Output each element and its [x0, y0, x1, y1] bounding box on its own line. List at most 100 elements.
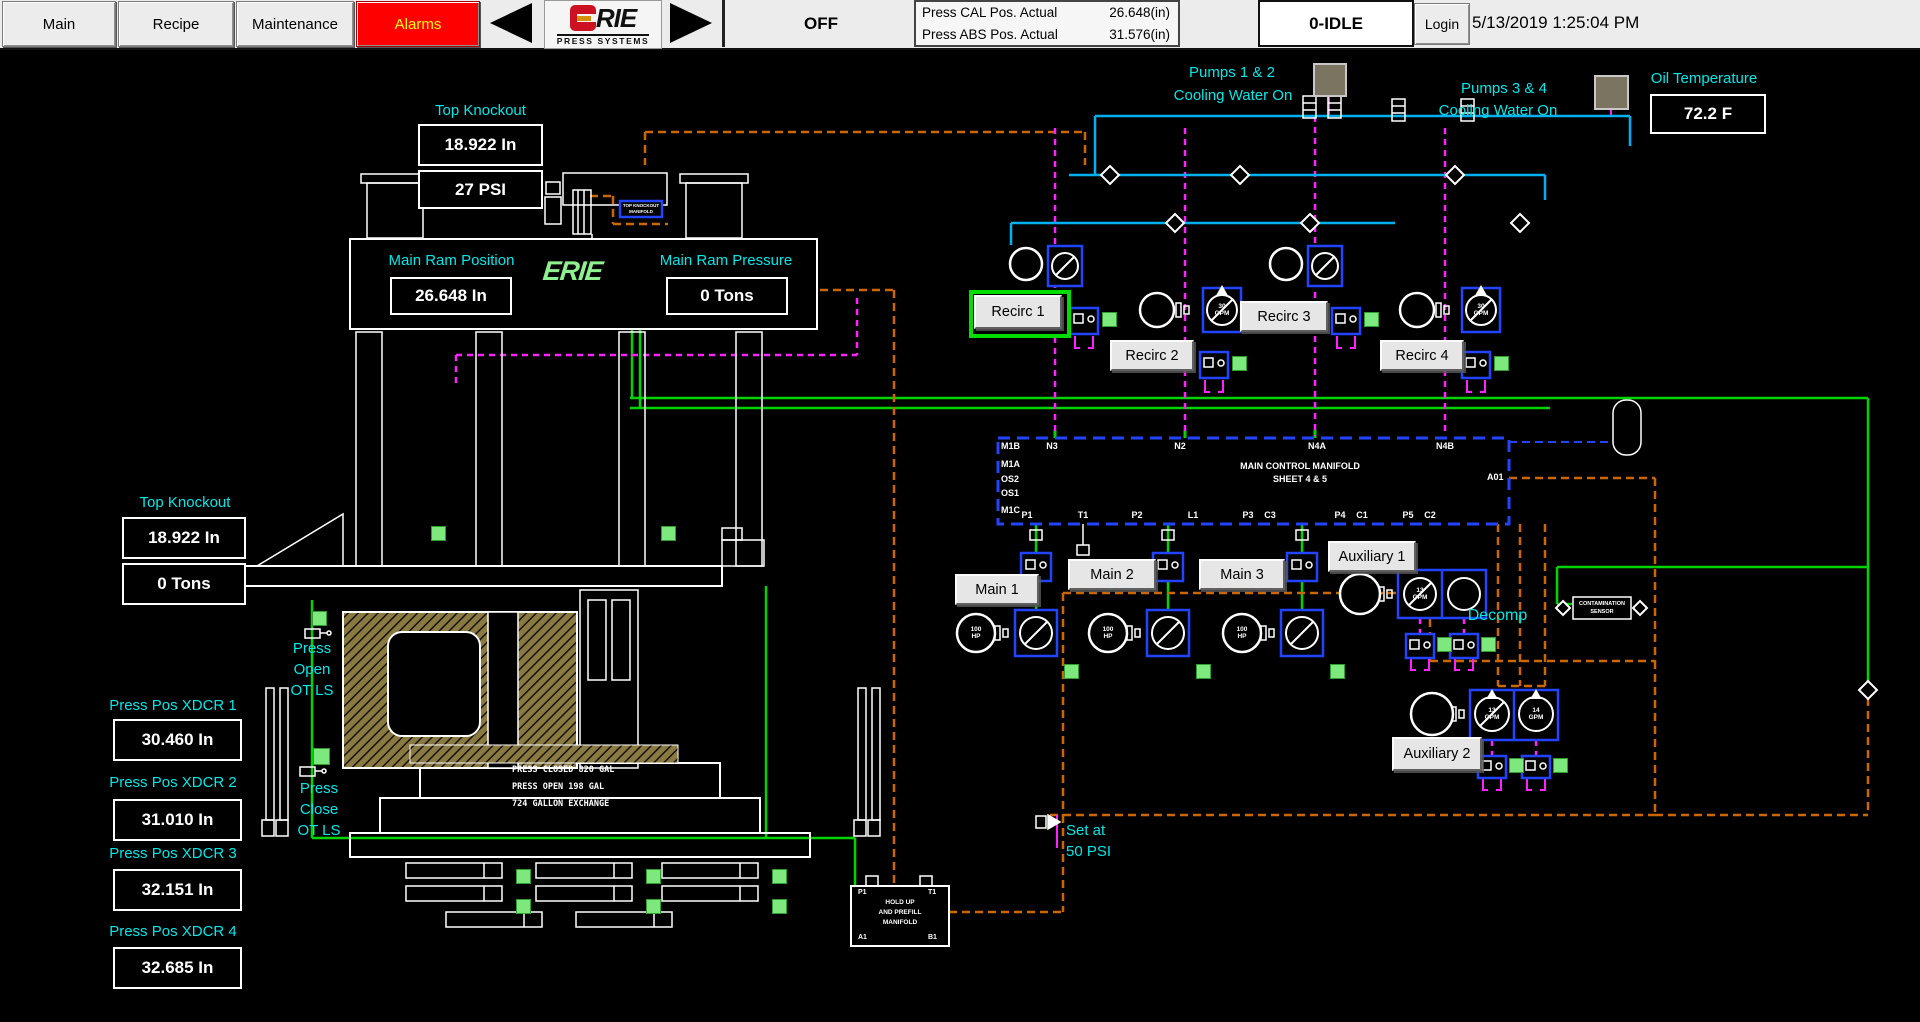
- recirc-pump-gpm-2: 30 GPM: [1466, 303, 1496, 317]
- top-knockout-left-force-box: 0 Tons: [122, 563, 246, 605]
- port-t1: T1: [1078, 510, 1089, 520]
- green-indicator: [1494, 356, 1509, 371]
- green-indicator: [646, 869, 661, 884]
- port-n2: N2: [1174, 441, 1186, 451]
- recirc3-button[interactable]: Recirc 3: [1240, 301, 1328, 332]
- main2-button[interactable]: Main 2: [1068, 559, 1156, 590]
- green-indicator: [313, 748, 330, 765]
- port-n3: N3: [1046, 441, 1058, 451]
- cal-pos-value: 26.648(in): [1109, 5, 1170, 20]
- main1-motor-hp: 100 HP: [961, 626, 991, 640]
- cooling-water-piping: [1011, 116, 1630, 245]
- recirc-pump-gpm-1: 30 GPM: [1207, 303, 1237, 317]
- tab-maintenance[interactable]: Maintenance: [236, 1, 354, 47]
- port-c3: C3: [1264, 510, 1276, 520]
- main2-motor-hp: 100 HP: [1093, 626, 1123, 640]
- top-knockout-pressure-box: 27 PSI: [418, 170, 543, 209]
- port-a01: A01: [1487, 472, 1504, 482]
- magenta-piping: [456, 116, 1536, 756]
- main-ram-pressure-box: 0 Tons: [666, 277, 788, 315]
- recirc2-button[interactable]: Recirc 2: [1110, 340, 1194, 371]
- top-toolbar: Main Recipe Maintenance Alarms RIE PRESS…: [0, 0, 1920, 50]
- auxiliary2-button[interactable]: Auxiliary 2: [1392, 737, 1482, 771]
- datetime-display: 5/13/2019 1:25:04 PM: [1472, 13, 1639, 33]
- recirc4-button[interactable]: Recirc 4: [1380, 340, 1464, 371]
- oil-temperature-box: 72.2 F: [1650, 94, 1766, 134]
- press-close-ls-label: Press Close OT LS: [280, 778, 358, 841]
- top-knockout-left-label: Top Knockout: [100, 492, 270, 513]
- top-knockout-left-position-box: 18.922 In: [122, 517, 246, 559]
- aux2-pump-gpm-a: 13 GPM: [1477, 707, 1507, 721]
- cooling-indicator-1: [1313, 63, 1347, 97]
- press-volume-text: PRESS CLOSED 820 GAL PRESS OPEN 198 GAL …: [512, 762, 662, 813]
- xdcr4-label: Press Pos XDCR 4: [73, 921, 273, 942]
- green-indicator: [1232, 356, 1247, 371]
- tab-main[interactable]: Main: [2, 1, 116, 47]
- pumps34-cooling-on-label: Cooling Water On: [1418, 100, 1578, 121]
- erie-logo-e-icon: [570, 5, 596, 31]
- knockout-cylinders: [406, 863, 758, 927]
- erie-logo: RIE PRESS SYSTEMS: [544, 0, 662, 49]
- tab-recipe[interactable]: Recipe: [118, 1, 234, 47]
- erie-logo-letters: RIE: [596, 5, 636, 31]
- green-indicator: [1437, 637, 1452, 652]
- green-indicator: [1330, 664, 1345, 679]
- abs-pos-value: 31.576(in): [1109, 27, 1170, 42]
- prefill-port-t1: T1: [928, 889, 936, 896]
- press-state-display: OFF: [722, 0, 917, 47]
- erie-logo-green: ERIE: [541, 256, 603, 287]
- green-indicator: [1102, 312, 1117, 327]
- press-open-ls-label: Press Open OT LS: [276, 638, 348, 701]
- erie-logo-subtitle: PRESS SYSTEMS: [557, 34, 650, 46]
- port-os1: OS1: [1001, 488, 1019, 498]
- decomp-label: Decomp: [1450, 605, 1545, 626]
- xdcr3-value-box: 32.151 In: [113, 869, 242, 911]
- prefill-port-a1: A1: [858, 934, 867, 941]
- oil-temperature-label: Oil Temperature: [1624, 68, 1784, 89]
- green-indicator: [1509, 758, 1524, 773]
- nav-next-button[interactable]: [662, 1, 720, 45]
- main-ram-position-label: Main Ram Position: [369, 250, 534, 271]
- manifold-subtitle: SHEET 4 & 5: [1160, 473, 1440, 485]
- port-p5: P5: [1402, 510, 1413, 520]
- main3-button[interactable]: Main 3: [1199, 559, 1285, 590]
- green-indicator: [516, 869, 531, 884]
- port-c1: C1: [1356, 510, 1368, 520]
- green-indicator: [772, 899, 787, 914]
- port-os2: OS2: [1001, 474, 1019, 484]
- main-ram-position-box: 26.648 In: [390, 277, 512, 315]
- cal-pos-label: Press CAL Pos. Actual: [922, 5, 1057, 20]
- arrow-right-icon: [670, 3, 712, 43]
- auxiliary1-button[interactable]: Auxiliary 1: [1328, 541, 1416, 572]
- main-ram-panel: Main Ram Position 26.648 In ERIE Main Ra…: [349, 238, 818, 330]
- login-button[interactable]: Login: [1414, 3, 1470, 45]
- green-indicator: [1364, 312, 1379, 327]
- prefill-port-p1: P1: [858, 889, 867, 896]
- position-readout-panel: Press CAL Pos. Actual 26.648(in) Press A…: [914, 0, 1180, 47]
- xdcr3-label: Press Pos XDCR 3: [73, 843, 273, 864]
- green-indicator: [516, 899, 531, 914]
- contamination-sensor-label: CONTAMINATION SENSOR: [1575, 600, 1629, 616]
- manifold-title: MAIN CONTROL MANIFOLD: [1160, 460, 1440, 472]
- port-l1: L1: [1188, 510, 1199, 520]
- green-indicator: [646, 899, 661, 914]
- green-indicator: [772, 869, 787, 884]
- xdcr1-label: Press Pos XDCR 1: [73, 695, 273, 716]
- port-m1b: M1B: [1001, 441, 1020, 451]
- tab-alarms[interactable]: Alarms: [356, 1, 480, 47]
- recirc1-button[interactable]: Recirc 1: [974, 295, 1062, 329]
- port-n4b: N4B: [1436, 441, 1454, 451]
- port-c2: C2: [1424, 510, 1436, 520]
- green-indicator: [1064, 664, 1079, 679]
- press-crosshead: [343, 612, 678, 768]
- xdcr4-value-box: 32.685 In: [113, 947, 242, 989]
- port-p3: P3: [1242, 510, 1253, 520]
- green-indicator: [1553, 758, 1568, 773]
- main1-button[interactable]: Main 1: [955, 574, 1039, 605]
- green-indicator: [1196, 664, 1211, 679]
- prefill-port-b1: B1: [928, 934, 937, 941]
- port-m1c: M1C: [1001, 505, 1020, 515]
- nav-prev-button[interactable]: [482, 1, 540, 45]
- hmi-screen: Main Recipe Maintenance Alarms RIE PRESS…: [0, 0, 1920, 1022]
- top-knockout-upper-label: Top Knockout: [398, 100, 563, 121]
